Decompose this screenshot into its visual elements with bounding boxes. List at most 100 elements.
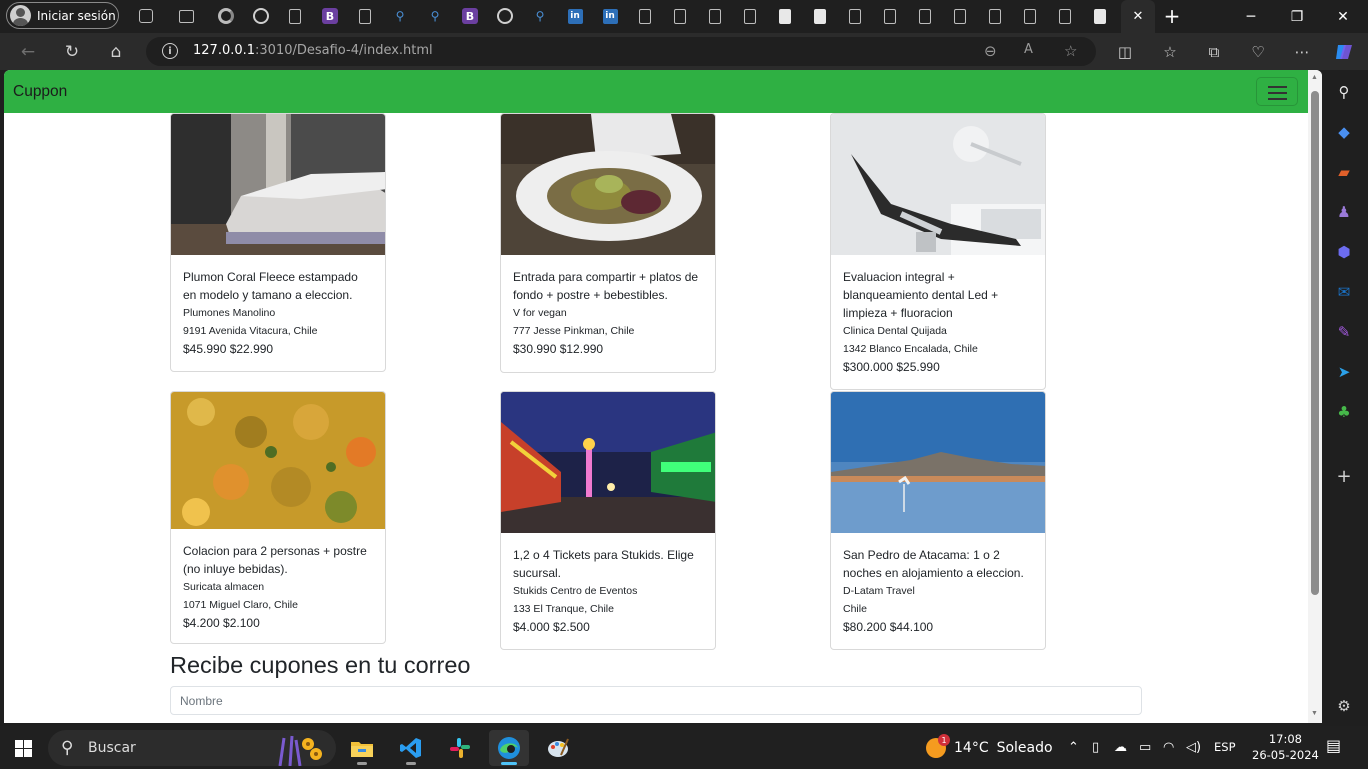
address-bar[interactable]: i 127.0.0.1:3010/Desafio-4/index.html ⊖ … xyxy=(146,37,1096,66)
deal-image-bedroom xyxy=(171,114,385,255)
deal-card[interactable]: Entrada para compartir + platos de fondo… xyxy=(500,113,716,373)
tab-page[interactable] xyxy=(285,6,305,26)
cloud-icon[interactable]: ☁ xyxy=(1114,740,1127,755)
tab-search[interactable]: ⚲ xyxy=(390,6,410,26)
page-icon xyxy=(289,8,301,24)
tab-actions-icon[interactable] xyxy=(176,6,196,26)
windows-start-icon[interactable] xyxy=(15,740,32,757)
send-icon[interactable]: ➤ xyxy=(1334,362,1354,382)
new-tab-button[interactable]: + xyxy=(1162,4,1182,28)
tab-bootstrap[interactable]: B xyxy=(460,6,480,26)
wifi-icon[interactable]: ◠ xyxy=(1163,740,1174,755)
home-button[interactable]: ⌂ xyxy=(101,37,131,67)
settings-gear-icon[interactable]: ⚙ xyxy=(1334,696,1354,716)
notifications-icon[interactable]: ▤ xyxy=(1326,736,1341,755)
deal-card[interactable]: 1,2 o 4 Tickets para Stukids. Elige sucu… xyxy=(500,391,716,650)
tab-page[interactable] xyxy=(985,6,1005,26)
minimize-button[interactable]: ─ xyxy=(1228,0,1274,33)
chevron-up-icon[interactable]: ⌃ xyxy=(1068,740,1079,755)
tab-active[interactable]: ✕ xyxy=(1121,0,1155,33)
tab-search[interactable]: ⚲ xyxy=(425,6,445,26)
file-explorer-icon[interactable] xyxy=(342,730,382,766)
edge-browser-icon[interactable] xyxy=(489,730,529,766)
copilot-icon[interactable] xyxy=(1329,37,1359,67)
page-icon xyxy=(1024,8,1036,24)
tab-page[interactable] xyxy=(670,6,690,26)
favorites-icon[interactable]: ☆ xyxy=(1155,37,1185,67)
workspaces-icon[interactable] xyxy=(136,6,156,26)
site-brand[interactable]: Cuppon xyxy=(13,83,67,101)
vscode-icon[interactable] xyxy=(391,730,431,766)
favorite-star-icon[interactable]: ☆ xyxy=(1064,42,1077,60)
designer-icon[interactable]: ✎ xyxy=(1334,322,1354,342)
tab-linkedin[interactable]: in xyxy=(565,6,585,26)
deal-vendor: Clinica Dental Quijada xyxy=(843,325,947,337)
tab-google[interactable] xyxy=(216,6,236,26)
scroll-up-arrow[interactable]: ▲ xyxy=(1311,74,1318,81)
linkedin-icon: in xyxy=(602,8,618,24)
tab-github[interactable] xyxy=(495,6,515,26)
tab-search[interactable]: ⚲ xyxy=(530,6,550,26)
tab-page[interactable] xyxy=(880,6,900,26)
tree-icon[interactable]: ♣ xyxy=(1334,402,1354,422)
tab-page[interactable] xyxy=(740,6,760,26)
site-info-icon[interactable]: i xyxy=(162,43,178,59)
browser-essentials-icon[interactable]: ♡ xyxy=(1243,37,1273,67)
deal-card[interactable]: Evaluacion integral + blanqueamiento den… xyxy=(830,113,1046,390)
close-tab-icon[interactable]: ✕ xyxy=(1133,9,1144,24)
scroll-down-arrow[interactable]: ▼ xyxy=(1311,710,1318,717)
tab-page[interactable] xyxy=(810,6,830,26)
menu-toggle-button[interactable] xyxy=(1256,77,1298,106)
tab-page[interactable] xyxy=(845,6,865,26)
games-icon[interactable]: ♟ xyxy=(1334,202,1354,222)
deal-title: San Pedro de Atacama: 1 o 2 noches en al… xyxy=(843,548,1024,580)
tab-page[interactable] xyxy=(1055,6,1075,26)
microsoft-365-icon[interactable]: ⬢ xyxy=(1334,242,1354,262)
collections-icon[interactable]: ⧉ xyxy=(1199,37,1229,67)
tab-page[interactable] xyxy=(705,6,725,26)
taskbar-search[interactable]: ⚲ Buscar xyxy=(48,730,336,766)
refresh-button[interactable]: ↻ xyxy=(57,37,87,67)
outlook-icon[interactable]: ✉ xyxy=(1334,282,1354,302)
close-window-button[interactable]: ✕ xyxy=(1320,0,1366,33)
more-menu-icon[interactable]: ⋯ xyxy=(1287,37,1317,67)
volume-icon[interactable]: ◁) xyxy=(1186,740,1201,755)
tab-page[interactable] xyxy=(635,6,655,26)
tab-page[interactable] xyxy=(915,6,935,26)
tab-page[interactable] xyxy=(950,6,970,26)
language-indicator[interactable]: ESP xyxy=(1214,740,1236,754)
paint-icon[interactable] xyxy=(538,730,578,766)
device-icon[interactable]: ▯ xyxy=(1092,740,1099,755)
deal-card[interactable]: San Pedro de Atacama: 1 o 2 noches en al… xyxy=(830,391,1046,650)
tab-page[interactable] xyxy=(1020,6,1040,26)
battery-icon[interactable]: ▭ xyxy=(1139,740,1151,755)
maximize-button[interactable]: ❐ xyxy=(1274,0,1320,33)
scrollbar-thumb[interactable] xyxy=(1311,91,1319,595)
name-input[interactable] xyxy=(170,686,1142,715)
page-icon xyxy=(359,8,371,24)
tab-bootstrap[interactable]: B xyxy=(320,6,340,26)
deal-card[interactable]: Colacion para 2 personas + postre (no in… xyxy=(170,391,386,644)
deal-card[interactable]: Plumon Coral Fleece estampado en modelo … xyxy=(170,113,386,372)
deal-image-dental-chair xyxy=(831,114,1045,255)
read-aloud-icon[interactable]: A xyxy=(1024,42,1033,57)
clock[interactable]: 17:08 26-05-2024 xyxy=(1252,731,1319,763)
windows-taskbar: ⚲ Buscar 1 14°C Soleado ⌃ ▯ ☁ ▭ ◠ ◁) ESP xyxy=(0,726,1368,769)
shopping-tag-icon[interactable]: ◆ xyxy=(1334,122,1354,142)
profile-button[interactable]: Iniciar sesión xyxy=(6,2,119,29)
tab-page[interactable] xyxy=(775,6,795,26)
tab-github[interactable] xyxy=(251,6,271,26)
tools-icon[interactable]: ▰ xyxy=(1334,162,1354,182)
weather-widget[interactable]: 1 14°C Soleado xyxy=(926,734,1053,758)
tab-page[interactable] xyxy=(355,6,375,26)
page-scrollbar[interactable]: ▲ ▼ xyxy=(1308,70,1322,723)
tab-page[interactable] xyxy=(1090,6,1110,26)
url-text[interactable]: 127.0.0.1:3010/Desafio-4/index.html xyxy=(193,43,433,58)
add-icon[interactable]: + xyxy=(1334,466,1354,487)
zoom-out-icon[interactable]: ⊖ xyxy=(984,42,997,60)
tab-linkedin[interactable]: in xyxy=(600,6,620,26)
search-icon[interactable]: ⚲ xyxy=(1334,82,1354,102)
slack-icon[interactable] xyxy=(440,730,480,766)
split-screen-icon[interactable]: ◫ xyxy=(1110,37,1140,67)
back-button[interactable]: ← xyxy=(13,37,43,67)
